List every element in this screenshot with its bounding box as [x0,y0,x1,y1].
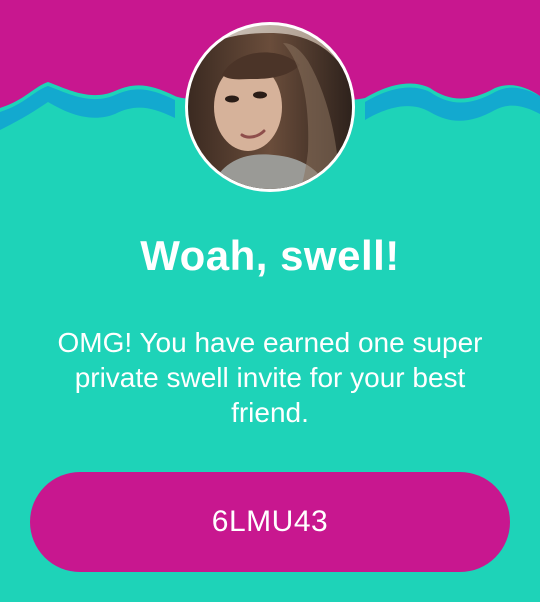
invite-message: OMG! You have earned one super private s… [57,327,483,428]
invite-code-button[interactable]: 6LMU43 [30,472,510,572]
page-title: Woah, swell! [140,232,400,279]
profile-photo-icon [188,25,352,189]
avatar [185,22,355,192]
invite-code-label: 6LMU43 [211,505,329,538]
